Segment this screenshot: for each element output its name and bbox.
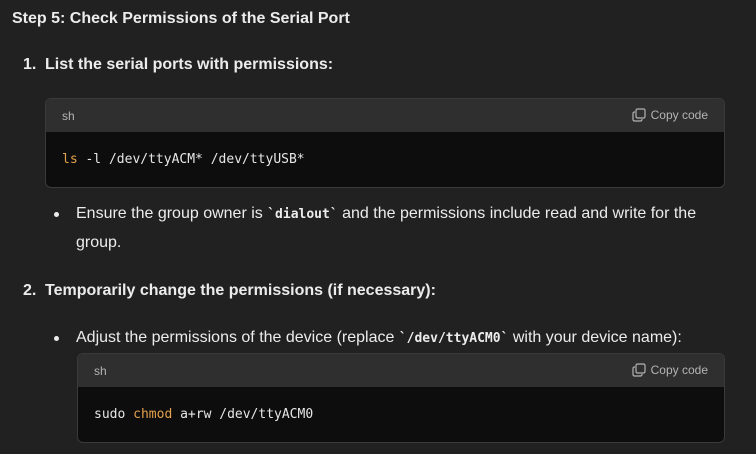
bullet-1-dot	[54, 212, 59, 217]
copy-code-label-2: Copy code	[650, 363, 708, 377]
step-1-title: List the serial ports with permissions:	[45, 56, 334, 73]
step-2-number: 2.	[23, 282, 37, 299]
bullet-2-text: Adjust the permissions of the device (re…	[76, 324, 682, 353]
bullet-1: Ensure the group owner is `dialout` and …	[54, 200, 744, 256]
copy-code-label-1: Copy code	[650, 108, 708, 122]
bullet-2-inline-code: `/dev/ttyACM0`	[398, 331, 509, 346]
bullet-2: Adjust the permissions of the device (re…	[54, 324, 744, 352]
bullet-2-dot	[54, 336, 59, 341]
code-2-prefix: sudo	[94, 407, 134, 422]
code-block-1-language: sh	[62, 109, 75, 123]
code-block-1-content: ls -l /dev/ttyACM* /dev/ttyUSB*	[62, 132, 708, 187]
code-2-command: chmod	[133, 407, 173, 422]
bullet-2-before: Adjust the permissions of the device (re…	[76, 329, 399, 346]
code-1-command: ls	[62, 152, 78, 167]
bullet-1-inline-code: `dialout`	[267, 207, 338, 222]
copy-icon	[632, 363, 646, 377]
bullet-1-text: Ensure the group owner is `dialout` and …	[76, 200, 736, 257]
copy-code-button-2[interactable]: Copy code	[632, 362, 708, 378]
bullet-1-before: Ensure the group owner is	[76, 205, 268, 222]
step-1: 1. List the serial ports with permission…	[23, 55, 723, 75]
code-1-args: -l /dev/ttyACM* /dev/ttyUSB*	[77, 152, 305, 167]
code-block-2-content: sudo chmod a+rw /dev/ttyACM0	[94, 387, 708, 442]
copy-icon	[632, 108, 646, 122]
code-2-args: a+rw /dev/ttyACM0	[172, 407, 314, 422]
code-block-2: sh Copy code sudo chmod a+rw /dev/ttyACM…	[77, 353, 725, 443]
code-block-2-header: sh Copy code	[78, 354, 724, 387]
code-block-1: sh Copy code ls -l /dev/ttyACM* /dev/tty…	[45, 98, 725, 188]
step-1-number: 1.	[23, 56, 37, 73]
bullet-1-line2: group.	[76, 234, 122, 251]
copy-code-button-1[interactable]: Copy code	[632, 107, 708, 123]
step-heading: Step 5: Check Permissions of the Serial …	[12, 10, 350, 27]
step-2: 2. Temporarily change the permissions (i…	[23, 281, 723, 301]
bullet-1-after: and the permissions include read and wri…	[337, 205, 697, 222]
code-block-2-language: sh	[94, 364, 107, 378]
code-block-1-header: sh Copy code	[46, 99, 724, 132]
step-2-title: Temporarily change the permissions (if n…	[45, 282, 436, 299]
bullet-2-after: with your device name):	[508, 329, 682, 346]
